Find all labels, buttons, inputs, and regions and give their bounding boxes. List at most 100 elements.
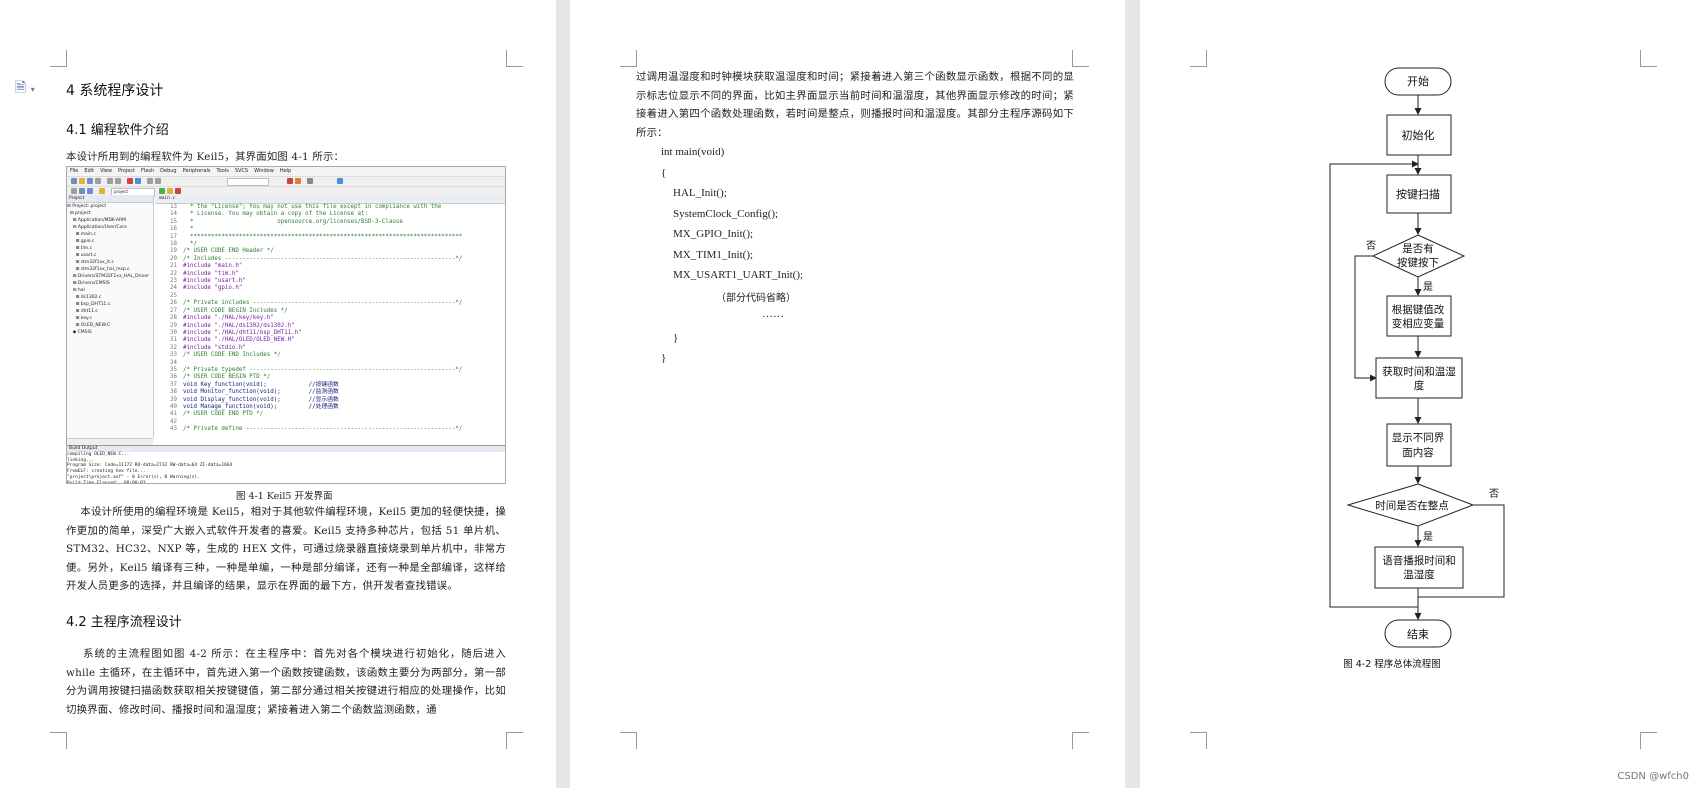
line-text: *: [183, 226, 194, 233]
page-corner-mark: [1190, 732, 1207, 749]
project-tree-item: ⊞ usart.c: [67, 253, 97, 258]
line-number: 32: [170, 344, 177, 351]
key-pressed-decision: [1371, 234, 1466, 278]
line-number: 16: [170, 226, 177, 233]
end-label: 结束: [1407, 628, 1429, 641]
page-corner-mark: [620, 50, 637, 67]
scan-label: 按键扫描: [1396, 187, 1440, 201]
code-editor-line: 36 /* USER CODE BEGIN PTD */: [155, 374, 505, 381]
toolbar-icon: [95, 178, 101, 184]
toolbar-icon: [295, 178, 301, 184]
decision2-no-label: 否: [1489, 488, 1499, 500]
line-text: void Display_function(void); //显示函数: [183, 396, 339, 403]
code-editor-line: 20 /* Includes --------------------------…: [155, 256, 505, 263]
line-text: */: [183, 241, 197, 248]
project-tree-item: ⊞ tim.c: [67, 246, 93, 251]
section-heading-4-1: 4.1 编程软件介绍: [66, 123, 169, 138]
code-editor-line: 13 * the "License"; You may not use this…: [155, 204, 505, 211]
project-tree-item: ⊞ key.c: [67, 316, 92, 321]
code-line: MX_USART1_UART_Init();: [673, 269, 804, 281]
line-number: 15: [170, 218, 177, 225]
announce-label-line1: 语音播报时间和: [1382, 554, 1456, 567]
line-text: #include "gpio.h": [183, 285, 243, 292]
code-editor-line: 17 *************************************…: [155, 234, 505, 241]
line-number: 24: [170, 285, 177, 292]
toolbar-icon: [175, 188, 181, 194]
document-page-1: 🗎 ▾ 4 系统程序设计 4.1 编程软件介绍 本设计所用到的编程软件为 Kei…: [0, 0, 556, 788]
decision1-yes-label: 是: [1423, 281, 1433, 293]
main-flow-paragraph: 系统的主流程图如图 4-2 所示：在主程序中：首先对各个模块进行初始化，随后进入…: [66, 648, 510, 716]
keil-menu-item: File: [70, 168, 79, 174]
project-tree-item: ⊞ stm32f1xx_it.c: [67, 260, 114, 265]
toolbar-icon: [71, 188, 77, 194]
line-number: 34: [170, 359, 177, 366]
code-editor-line: 42: [155, 419, 505, 426]
keil-menu-item: View: [100, 168, 112, 174]
line-number: 19: [170, 248, 177, 255]
page-corner-mark: [506, 50, 523, 67]
keil-menu-item: SVCS: [234, 168, 249, 174]
line-text: #include "tim.h": [183, 270, 239, 277]
keil-toolbar-1: [67, 177, 505, 187]
get-label-line2: 度: [1414, 379, 1425, 392]
code-editor-line: 15 * opensource.org/licenses/BSD-3-Claus…: [155, 219, 505, 226]
page-corner-mark: [1640, 732, 1657, 749]
announce-label-line2: 温湿度: [1403, 568, 1435, 581]
code-editor-line: 43 /* Private define --------------------…: [155, 426, 505, 433]
project-tree-item: ⊞ bsp_DHT11.c: [67, 302, 111, 307]
code-editor-line: 18 */: [155, 241, 505, 248]
page-corner-mark: [50, 50, 67, 67]
line-number: 38: [170, 389, 177, 396]
line-number: 13: [170, 204, 177, 210]
code-omitted-note: （部分代码省略）: [716, 293, 796, 304]
line-number: 43: [170, 426, 177, 433]
line-number: 20: [170, 255, 177, 262]
figure-4-1-caption: 图 4-1 Keil5 开发界面: [236, 491, 333, 502]
toolbar-icon: [155, 178, 161, 184]
code-line: }: [673, 332, 679, 344]
line-number: 29: [170, 322, 177, 329]
toolbar-icon: [79, 188, 85, 194]
line-number: 17: [170, 233, 177, 240]
code-editor-line: 27 /* USER CODE BEGIN Includes */: [155, 308, 505, 315]
line-number: 30: [170, 329, 177, 336]
code-line: int main(void): [661, 146, 725, 158]
line-number: 26: [170, 300, 177, 307]
line-text: /* USER CODE BEGIN PTD */: [183, 374, 271, 381]
line-text: void Monitor_function(void); //监测函数: [183, 389, 339, 396]
toolbar-icon: [147, 178, 153, 184]
line-text: /* USER CODE END PTD */: [183, 411, 264, 418]
project-tree-item: ⊟ hal: [67, 288, 85, 293]
build-output-panel: Build Output compiling OLED_NEW.C... link…: [67, 445, 505, 483]
line-text: #include "./HAL/ds1302/ds1302.h": [183, 322, 295, 329]
toolbar-icon: [307, 178, 313, 184]
page-corner-mark: [50, 732, 67, 749]
decision2-yes-label: 是: [1423, 531, 1433, 543]
document-map-icon[interactable]: 🗎 ▾: [15, 80, 43, 96]
line-number: 36: [170, 374, 177, 381]
toolbar-icon: [167, 188, 173, 194]
project-panel: Project ⊟ Project: project ⊟ project ⊞ A…: [67, 195, 154, 438]
project-tree-item: ⊞ Application/MDK-ARM: [67, 218, 127, 223]
toolbar-icon: [337, 178, 343, 184]
line-text: #include "./HAL/dht11/bsp_DHT11.h": [183, 329, 302, 336]
toolbar-icon: [135, 178, 141, 184]
intro-paragraph: 本设计所用到的编程软件为 Keil5，其界面如图 4-1 所示：: [66, 151, 345, 163]
document-page-3: 开始 初始化 按键扫描 是否有 按键按下 根据键值改 变相应变量 获取时间和温湿…: [1140, 0, 1697, 788]
decision1-no-label: 否: [1366, 240, 1376, 252]
code-editor-line: 33 /* USER CODE END Includes */: [155, 352, 505, 359]
announce-box: [1374, 546, 1464, 589]
code-editor-line: 28 #include "./HAL/key/key.h": [155, 315, 505, 322]
decision1-label-line1: 是否有: [1402, 242, 1434, 255]
line-number: 41: [170, 411, 177, 418]
line-text: void Key_function(void); //按键函数: [183, 381, 339, 388]
keil-menu-item: Edit: [84, 168, 95, 174]
code-line: SystemClock_Config();: [673, 208, 779, 220]
figure-4-2-caption: 图 4-2 程序总体流程图: [1343, 658, 1441, 670]
init-label: 初始化: [1402, 128, 1435, 142]
get-label-line1: 获取时间和温湿: [1382, 365, 1456, 378]
line-number: 27: [170, 307, 177, 314]
toolbar-icon: [71, 178, 77, 184]
line-text: ****************************************…: [183, 233, 463, 240]
code-line: {: [661, 167, 667, 179]
